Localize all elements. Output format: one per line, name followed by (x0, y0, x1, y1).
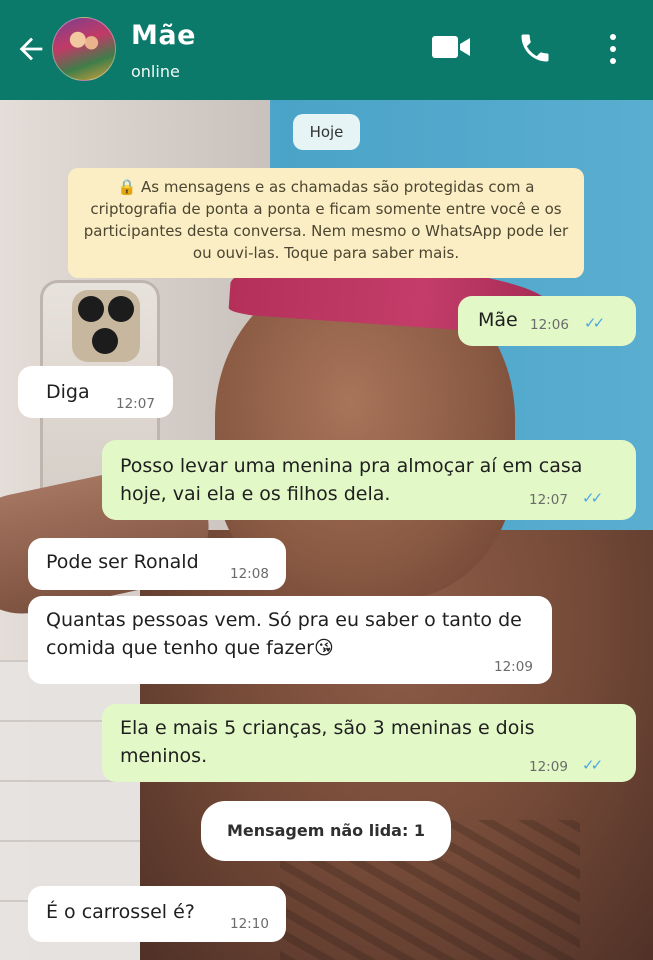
message-bubble-outgoing[interactable]: Posso levar uma menina pra almoçar aí em… (102, 440, 636, 520)
message-text: Ela e mais 5 crianças, são 3 meninas e d… (120, 717, 535, 767)
contact-name[interactable]: Mãe (131, 20, 196, 51)
chat-header: Mãe online (0, 0, 653, 100)
unread-messages-divider: Mensagem não lida: 1 (201, 801, 451, 861)
contact-status: online (131, 62, 180, 81)
chat-messages: Hoje 🔒 As mensagens e as chamadas são pr… (0, 100, 653, 960)
message-bubble-outgoing[interactable]: Mãe 12:06 ✓✓ (458, 296, 636, 346)
read-ticks-icon: ✓✓ (582, 489, 603, 507)
message-bubble-outgoing[interactable]: Ela e mais 5 crianças, são 3 meninas e d… (102, 704, 636, 782)
message-time: 12:09 (494, 659, 533, 675)
read-ticks-icon: ✓✓ (584, 314, 605, 332)
message-time: 12:08 (230, 566, 269, 582)
video-call-icon[interactable] (430, 32, 472, 62)
message-text: Diga (46, 381, 90, 403)
message-text: Quantas pessoas vem. Só pra eu saber o t… (46, 609, 522, 659)
message-bubble-incoming[interactable]: Diga 12:07 (18, 366, 173, 418)
message-bubble-incoming[interactable]: Quantas pessoas vem. Só pra eu saber o t… (28, 596, 552, 684)
message-text: Posso levar uma menina pra almoçar aí em… (120, 455, 583, 505)
message-bubble-incoming[interactable]: É o carrossel é? 12:10 (28, 886, 286, 942)
encryption-notice[interactable]: 🔒 As mensagens e as chamadas são protegi… (68, 168, 584, 278)
message-text: É o carrossel é? (46, 901, 195, 923)
message-text: Mãe (478, 309, 518, 331)
avatar[interactable] (52, 17, 116, 81)
message-time: 12:07 (116, 396, 155, 412)
phone-icon[interactable] (517, 30, 553, 66)
message-time: 12:06 (530, 317, 569, 333)
date-label: Hoje (293, 114, 360, 150)
arrow-left-icon[interactable] (14, 32, 48, 66)
more-vert-icon[interactable] (604, 31, 622, 67)
message-bubble-incoming[interactable]: Pode ser Ronald 12:08 (28, 538, 286, 590)
message-time: 12:07 (529, 492, 568, 508)
read-ticks-icon: ✓✓ (582, 756, 603, 774)
message-text: Pode ser Ronald (46, 551, 199, 573)
message-time: 12:10 (230, 916, 269, 932)
message-time: 12:09 (529, 759, 568, 775)
